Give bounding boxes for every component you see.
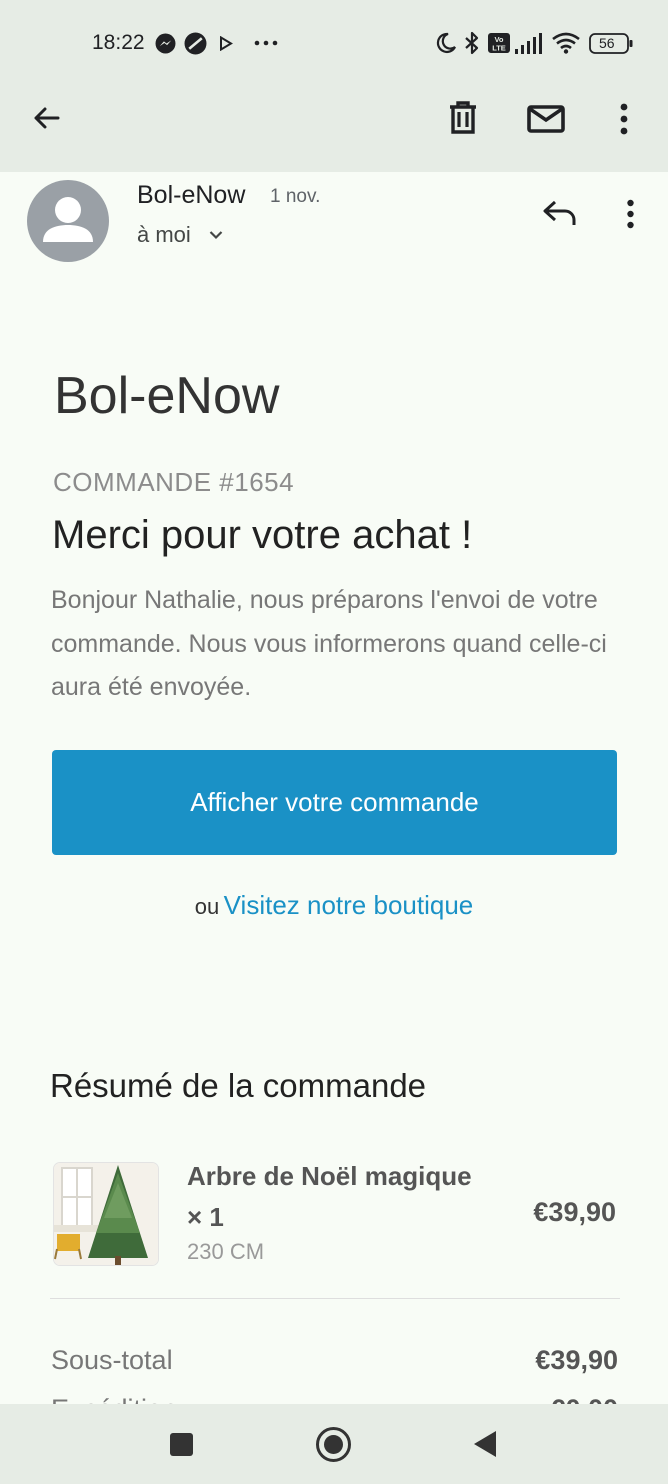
intro-text: Bonjour Nathalie, nous préparons l'envoi… — [51, 586, 607, 701]
recents-square-icon[interactable] — [169, 1432, 194, 1457]
divider — [50, 1298, 620, 1299]
chevron-down-icon — [209, 231, 223, 240]
view-order-button[interactable]: Afficher votre commande — [52, 750, 617, 855]
product-price: €39,90 — [533, 1197, 616, 1227]
subtotal-label: Sous-total — [51, 1345, 173, 1375]
signal-icon — [515, 33, 542, 54]
svg-text:LTE: LTE — [492, 44, 506, 53]
app-bar — [0, 86, 668, 172]
thank-you-heading: Merci pour votre achat ! — [52, 513, 473, 557]
wifi-icon — [552, 32, 580, 54]
mark-unread-icon[interactable] — [527, 105, 565, 133]
play-icon — [220, 36, 233, 51]
reply-icon[interactable] — [543, 200, 577, 227]
recipient-toggle[interactable]: à moi — [137, 222, 237, 252]
delete-icon[interactable] — [448, 101, 478, 135]
subtotal-value: €39,90 — [535, 1345, 618, 1375]
or-text: ou — [194, 894, 220, 919]
more-dots-icon — [254, 40, 278, 46]
battery-level: 56 — [599, 35, 615, 51]
system-nav-bar — [0, 1404, 668, 1484]
back-triangle-icon[interactable] — [472, 1429, 498, 1459]
message-date: 1 nov. — [270, 186, 321, 207]
sender-name: Bol-eNow — [137, 181, 246, 209]
avatar[interactable] — [27, 180, 109, 262]
recipient-label: à moi — [137, 222, 191, 247]
order-number: COMMANDE #1654 — [53, 467, 295, 497]
status-time: 18:22 — [92, 31, 145, 54]
shop-link-row: ou Visitez notre boutique — [0, 890, 668, 921]
volte-icon: Vo LTE — [488, 33, 510, 53]
message-more-icon[interactable] — [625, 199, 636, 229]
shop-brand-title: Bol-eNow — [54, 367, 280, 425]
order-summary-title: Résumé de la commande — [50, 1067, 427, 1104]
bluetooth-icon — [465, 31, 479, 55]
back-arrow-icon[interactable] — [30, 102, 62, 134]
product-variant: 230 CM — [187, 1239, 265, 1264]
product-image — [53, 1162, 159, 1266]
visit-shop-link[interactable]: Visitez notre boutique — [224, 890, 474, 920]
product-name: Arbre de Noël magique × 1 — [187, 1161, 472, 1232]
messenger-icon — [155, 33, 176, 54]
view-order-button-label: Afficher votre commande — [190, 787, 479, 817]
person-icon — [43, 197, 93, 242]
more-vert-icon[interactable] — [618, 103, 630, 135]
home-circle-icon[interactable] — [315, 1426, 352, 1463]
status-bar: 18:22 Vo LTE 56 — [0, 0, 668, 86]
moon-icon — [436, 32, 456, 54]
app-icon — [184, 32, 207, 55]
